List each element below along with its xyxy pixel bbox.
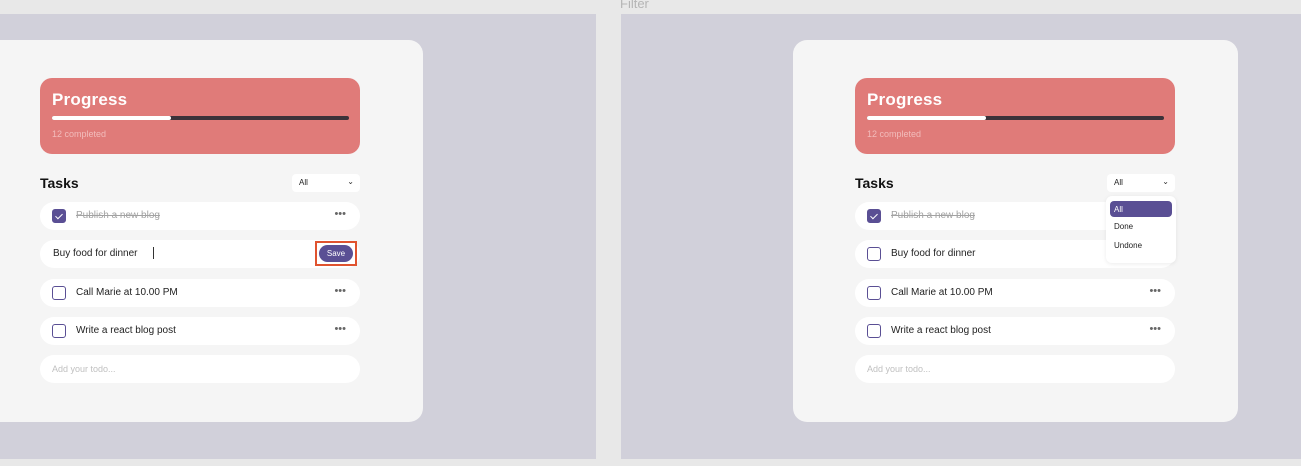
filter-selected-value: All bbox=[299, 178, 308, 187]
tasks-heading: Tasks bbox=[855, 175, 894, 191]
task-text: Call Marie at 10.00 PM bbox=[891, 287, 993, 298]
add-todo-input[interactable] bbox=[40, 355, 360, 383]
filter-option-undone[interactable]: Undone bbox=[1110, 236, 1172, 255]
task-text: Publish a new blog bbox=[76, 210, 160, 221]
task-item[interactable]: Write a react blog post ••• bbox=[40, 317, 360, 345]
progress-subtitle: 12 completed bbox=[867, 129, 922, 139]
filter-dropdown-menu: All Done Undone bbox=[1106, 196, 1176, 263]
todo-card: Progress 12 completed Tasks All ⌄ Publis… bbox=[793, 40, 1238, 422]
task-item[interactable]: Call Marie at 10.00 PM ••• bbox=[40, 279, 360, 307]
checkbox-icon[interactable] bbox=[52, 286, 66, 300]
task-edit-text[interactable]: Buy food for dinner bbox=[53, 248, 138, 259]
save-highlight: Save bbox=[315, 241, 357, 266]
chevron-down-icon: ⌄ bbox=[347, 177, 354, 186]
progress-fill bbox=[52, 116, 171, 120]
more-dots-icon[interactable]: ••• bbox=[334, 323, 346, 335]
filter-selected-value: All bbox=[1114, 178, 1123, 187]
progress-subtitle: 12 completed bbox=[52, 129, 107, 139]
text-cursor bbox=[153, 247, 154, 259]
todo-card: Progress 12 completed Tasks All ⌄ Publis… bbox=[0, 40, 423, 422]
screen-edit-state: Progress 12 completed Tasks All ⌄ Publis… bbox=[0, 14, 596, 459]
more-dots-icon[interactable]: ••• bbox=[334, 285, 346, 297]
filter-option-all[interactable]: All bbox=[1110, 201, 1172, 217]
task-item[interactable]: Call Marie at 10.00 PM ••• bbox=[855, 279, 1175, 307]
checkbox-icon[interactable] bbox=[867, 324, 881, 338]
more-dots-icon[interactable]: ••• bbox=[1149, 323, 1161, 335]
task-edit-field[interactable]: Buy food for dinner Save bbox=[40, 240, 360, 268]
task-text: Publish a new blog bbox=[891, 210, 975, 221]
progress-fill bbox=[867, 116, 986, 120]
save-button[interactable]: Save bbox=[319, 245, 353, 262]
checkbox-icon[interactable] bbox=[867, 247, 881, 261]
chevron-down-icon: ⌄ bbox=[1162, 177, 1169, 186]
task-text: Buy food for dinner bbox=[891, 248, 976, 259]
progress-track bbox=[867, 116, 1164, 120]
more-dots-icon[interactable]: ••• bbox=[1149, 285, 1161, 297]
checkbox-icon[interactable] bbox=[52, 324, 66, 338]
screen-filter-state: Progress 12 completed Tasks All ⌄ Publis… bbox=[621, 14, 1301, 459]
filter-option-done[interactable]: Done bbox=[1110, 217, 1172, 236]
task-item[interactable]: Publish a new blog ••• bbox=[40, 202, 360, 230]
progress-track bbox=[52, 116, 349, 120]
progress-title: Progress bbox=[52, 90, 128, 109]
more-dots-icon[interactable]: ••• bbox=[334, 208, 346, 220]
checkbox-icon[interactable] bbox=[867, 209, 881, 223]
task-text: Call Marie at 10.00 PM bbox=[76, 287, 178, 298]
progress-panel: Progress 12 completed bbox=[855, 78, 1175, 154]
checkbox-icon[interactable] bbox=[52, 209, 66, 223]
filter-caption: Filter bbox=[620, 0, 649, 11]
filter-select[interactable]: All ⌄ bbox=[1107, 174, 1175, 192]
progress-title: Progress bbox=[867, 90, 943, 109]
checkbox-icon[interactable] bbox=[867, 286, 881, 300]
task-item[interactable]: Write a react blog post ••• bbox=[855, 317, 1175, 345]
task-text: Write a react blog post bbox=[891, 325, 991, 336]
add-todo-input[interactable] bbox=[855, 355, 1175, 383]
filter-select[interactable]: All ⌄ bbox=[292, 174, 360, 192]
tasks-heading: Tasks bbox=[40, 175, 79, 191]
progress-panel: Progress 12 completed bbox=[40, 78, 360, 154]
task-text: Write a react blog post bbox=[76, 325, 176, 336]
